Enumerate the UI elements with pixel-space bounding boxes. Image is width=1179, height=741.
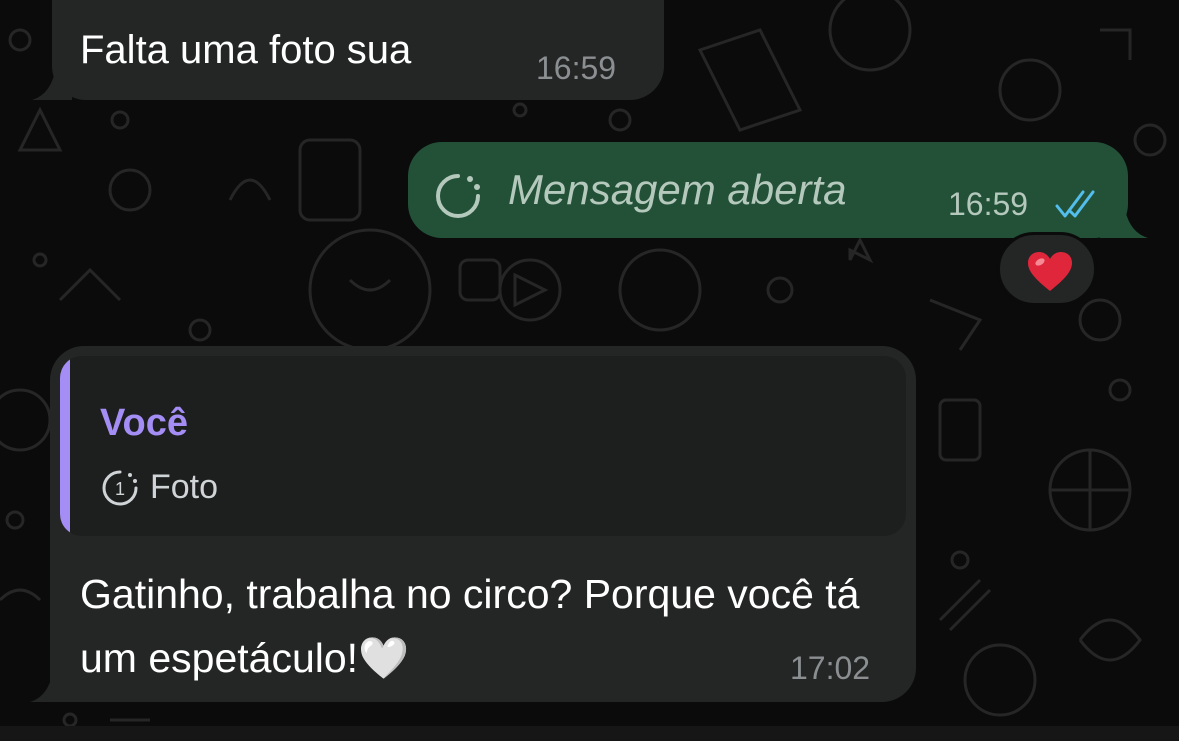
- bottom-edge: [0, 726, 1179, 741]
- double-check-read-icon: [1055, 190, 1095, 218]
- heart-reaction-icon: [1028, 252, 1072, 291]
- quoted-message[interactable]: Você 1 Foto: [60, 356, 906, 536]
- quote-author: Você: [100, 402, 189, 444]
- message-text: Falta uma foto sua: [80, 28, 412, 72]
- message-text: Gatinho, trabalha no circo? Porque você …: [80, 571, 860, 681]
- message-time: 16:59: [948, 186, 1029, 222]
- message-time: 17:02: [790, 650, 871, 686]
- message-time: 16:59: [536, 50, 617, 86]
- reaction-badge[interactable]: [997, 232, 1097, 306]
- view-once-icon: [436, 174, 480, 218]
- incoming-message-bubble[interactable]: Falta uma foto sua 16:59: [52, 0, 664, 100]
- svg-text:1: 1: [115, 479, 125, 499]
- incoming-message-bubble[interactable]: Você 1 Foto Gatinho, trabalha no circo? …: [50, 346, 916, 702]
- quote-accent-bar: [60, 356, 70, 536]
- outgoing-message-bubble[interactable]: Mensagem aberta 16:59: [408, 142, 1128, 238]
- view-once-photo-icon: 1: [102, 470, 138, 506]
- bubble-tail: [1100, 204, 1148, 238]
- quote-media-label: Foto: [150, 468, 219, 506]
- bubble-tail: [30, 666, 70, 702]
- bubble-tail: [32, 66, 72, 100]
- message-text: Mensagem aberta: [508, 166, 847, 213]
